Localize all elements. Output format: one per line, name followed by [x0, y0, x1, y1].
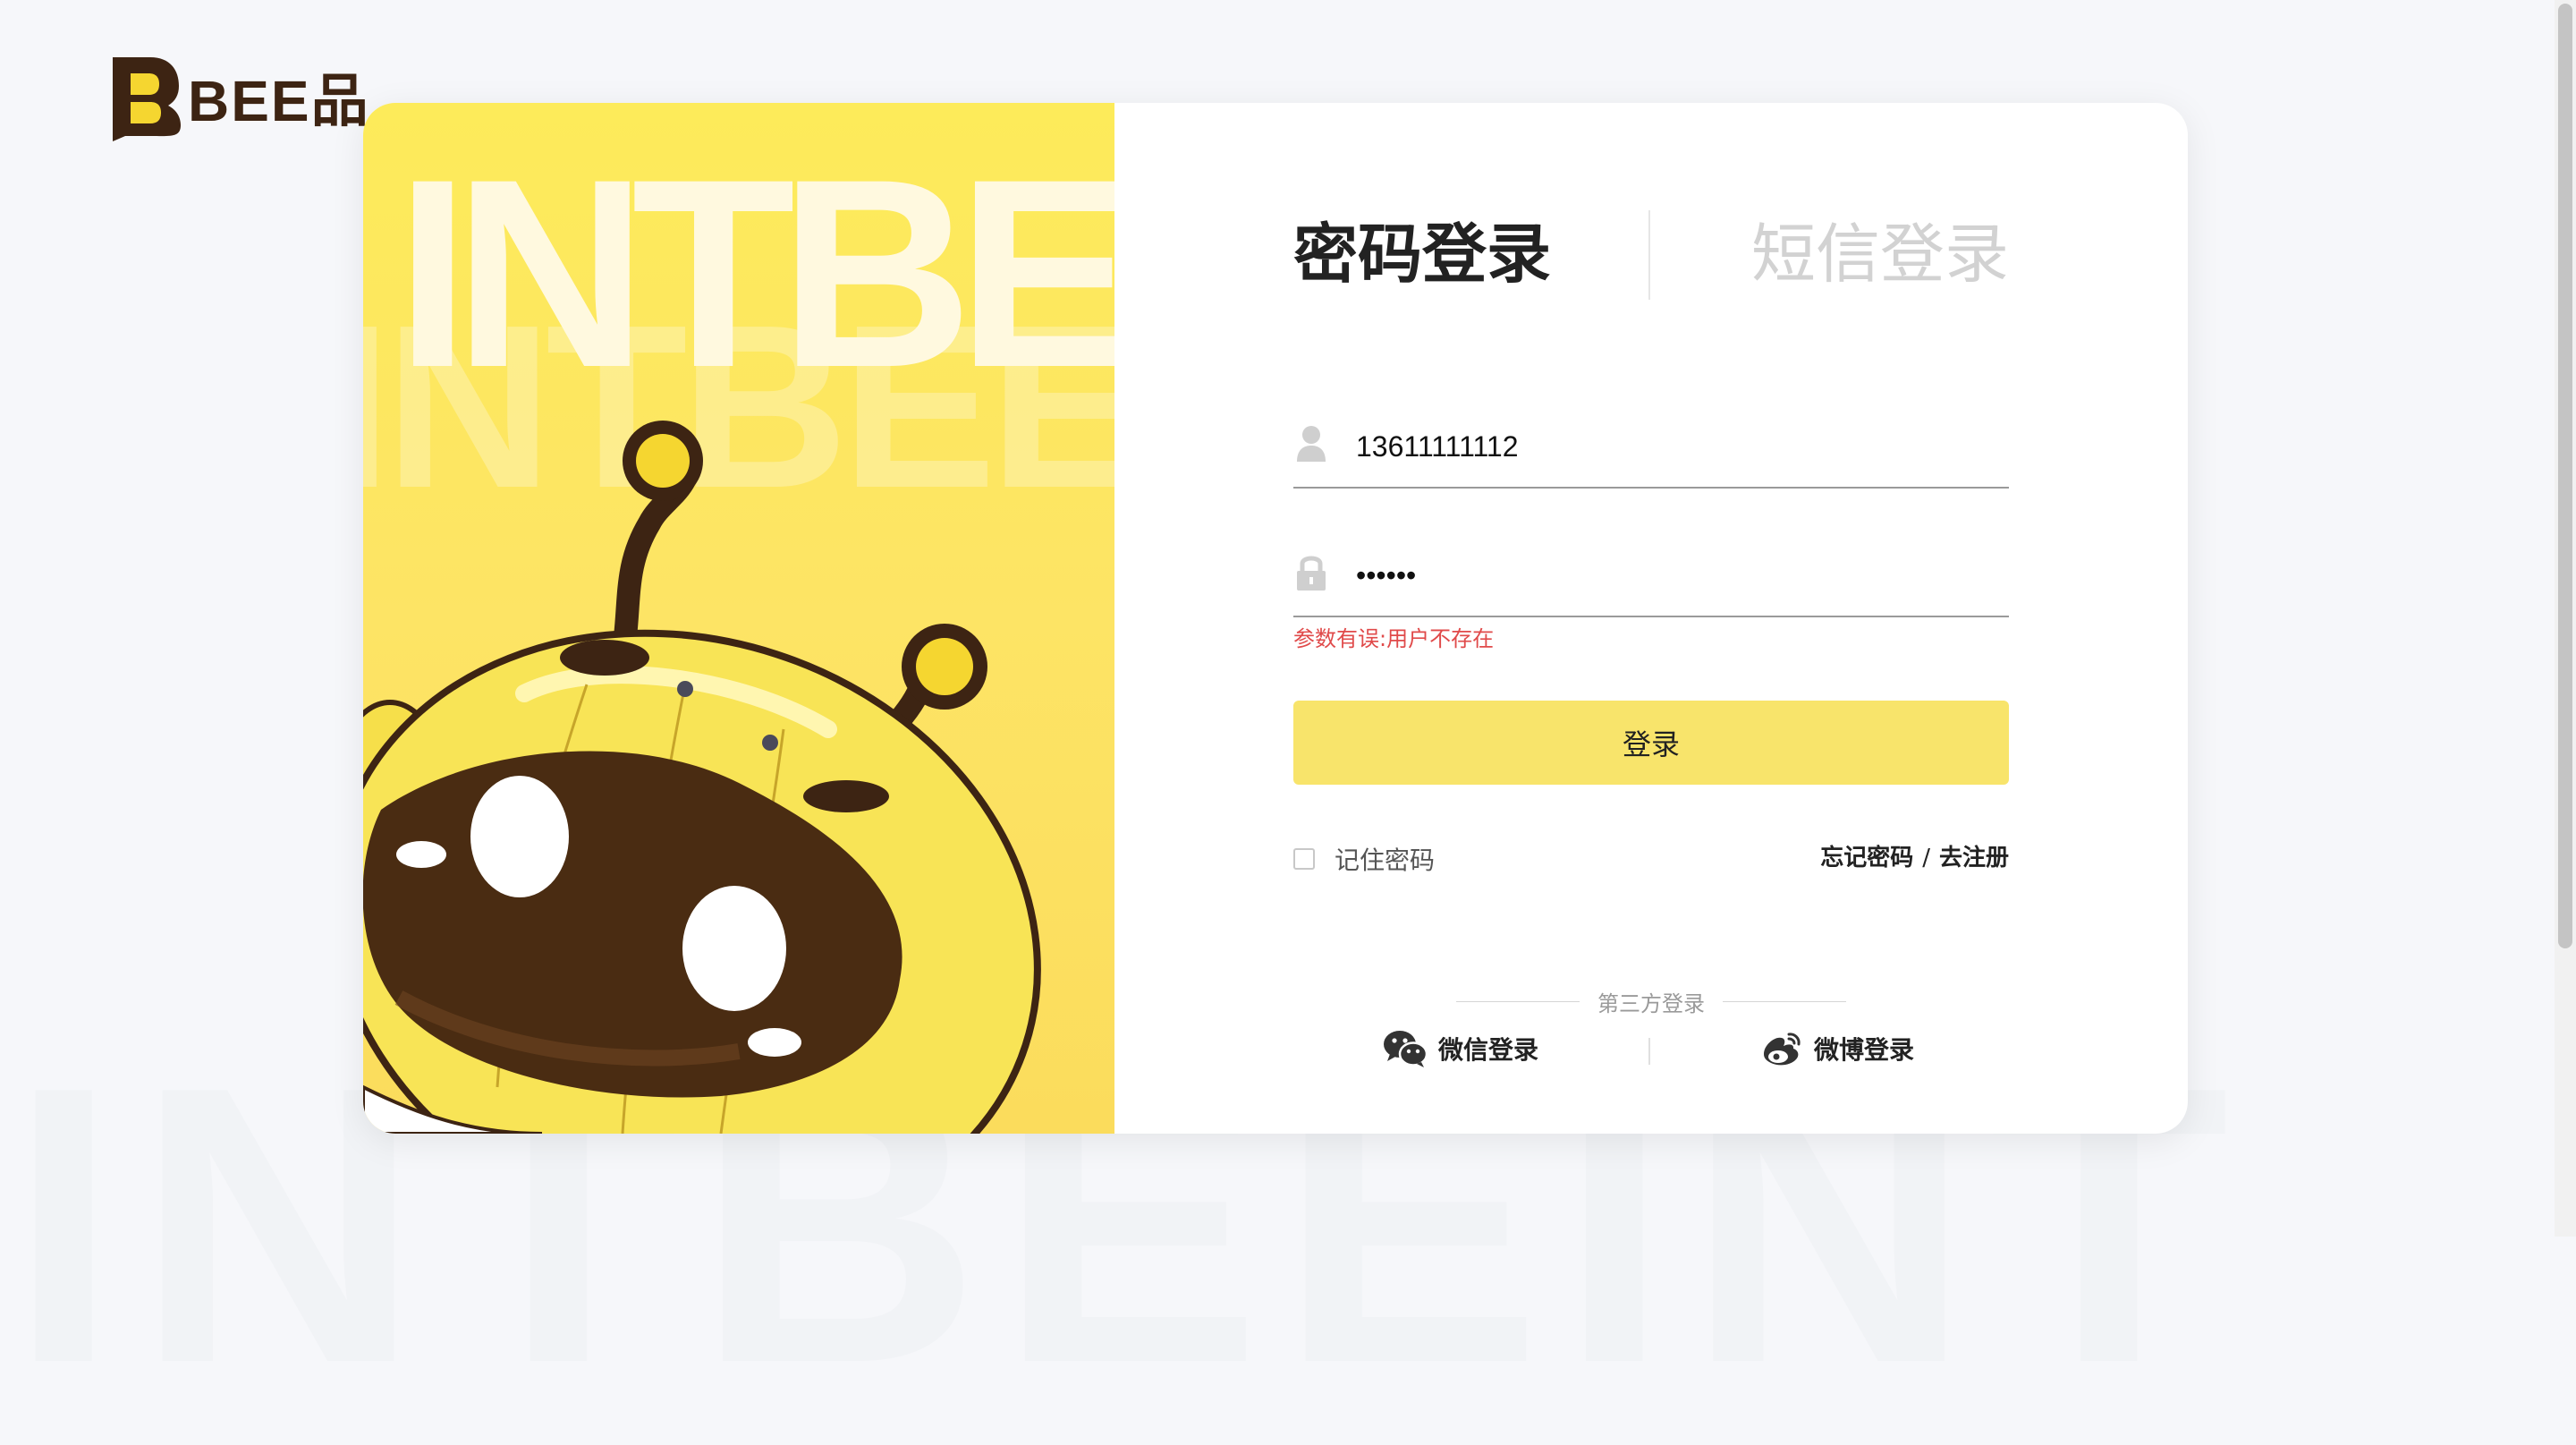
hero-illustration: INTBEE INTBEE: [363, 103, 1114, 1134]
bee-robot-mascot-icon: [363, 421, 1041, 1134]
third-party-label: 第三方登录: [1597, 990, 1705, 1016]
error-message: 参数有误:用户不存在: [1293, 626, 1495, 651]
lock-icon: [1297, 556, 1326, 591]
password-input[interactable]: [1354, 549, 2002, 601]
wechat-login-label: 微信登录: [1438, 1035, 1539, 1065]
link-separator: /: [1922, 845, 1930, 871]
weibo-login-label: 微博登录: [1814, 1035, 1915, 1065]
weibo-login-button[interactable]: 微博登录: [1758, 1029, 1914, 1068]
login-button[interactable]: 登录: [1293, 701, 2009, 785]
wechat-icon: [1384, 1031, 1428, 1067]
tab-sms-login[interactable]: 短信登录: [1751, 222, 2009, 286]
password-field: [1293, 542, 2009, 617]
divider-line: [1723, 1000, 1846, 1002]
brand-logo: BEE品: [106, 50, 370, 143]
tab-password-login[interactable]: 密码登录: [1293, 222, 1551, 286]
weibo-icon: [1764, 1033, 1801, 1066]
scrollbar-thumb[interactable]: [2558, 4, 2572, 948]
social-divider: [1648, 1038, 1650, 1065]
bee-logo-icon: [113, 57, 181, 141]
remember-password: 记住密码: [1293, 841, 1435, 877]
page-scrollbar[interactable]: [2555, 0, 2576, 1237]
brand-name: BEE品: [188, 69, 370, 133]
forgot-password-link[interactable]: 忘记密码: [1820, 845, 1913, 871]
divider-line: [1456, 1000, 1580, 1002]
account-links: 忘记密码 / 去注册: [1820, 839, 2009, 872]
register-link[interactable]: 去注册: [1939, 845, 2009, 871]
username-field: [1293, 413, 2009, 489]
remember-label[interactable]: 记住密码: [1335, 841, 1435, 877]
remember-checkbox[interactable]: [1293, 848, 1315, 870]
third-party-title: 第三方登录: [1456, 988, 1846, 1016]
wechat-login-button[interactable]: 微信登录: [1383, 1029, 1538, 1068]
tab-divider: [1648, 210, 1650, 300]
username-input[interactable]: [1354, 421, 2002, 472]
user-icon: [1297, 426, 1326, 462]
